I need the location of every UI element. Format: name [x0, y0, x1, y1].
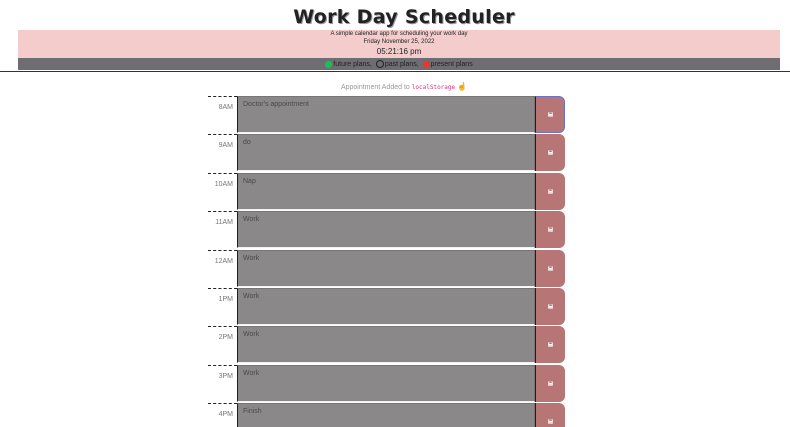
event-description-input[interactable]: Finish	[237, 403, 535, 427]
hour-label: 10AM	[208, 172, 237, 210]
event-description-input[interactable]: Work	[237, 364, 535, 402]
present-dot-icon	[422, 60, 430, 68]
hour-label: 9AM	[208, 134, 237, 171]
header-jumbotron: A simple calendar app for scheduling you…	[18, 30, 780, 58]
current-date: Friday November 25, 2022	[363, 39, 435, 45]
event-description-input[interactable]: Doctor's appointment	[237, 96, 535, 133]
past-dot-icon	[375, 60, 384, 68]
time-block-row: 10AM Nap	[208, 172, 565, 210]
event-description-input[interactable]: do	[237, 134, 535, 172]
event-description-input[interactable]: Work	[237, 288, 535, 325]
time-block-row: 1PM Work	[208, 288, 565, 325]
app-subtitle: A simple calendar app for scheduling you…	[330, 31, 468, 37]
floppy-disk-icon	[548, 150, 553, 156]
save-button[interactable]	[535, 364, 565, 402]
time-block-row: 12AM Work	[208, 249, 565, 287]
floppy-disk-icon	[548, 342, 553, 348]
hour-label: 11AM	[208, 211, 237, 248]
event-description-input[interactable]: Work	[237, 211, 535, 249]
save-notification: Appointment Added to localStorage ☝	[0, 82, 790, 91]
event-description-input[interactable]: Work	[237, 249, 535, 287]
floppy-disk-icon	[548, 265, 553, 271]
hour-label: 8AM	[208, 96, 237, 133]
header-divider	[0, 71, 790, 72]
time-block-row: 8AM Doctor's appointment	[208, 96, 565, 133]
floppy-disk-icon	[548, 227, 553, 232]
floppy-disk-icon	[547, 112, 553, 117]
pointing-up-icon: ☝	[457, 82, 468, 91]
page-title: Work Day Scheduler	[293, 6, 515, 28]
legend-present-label: present plans	[430, 60, 473, 68]
hour-label: 3PM	[208, 364, 237, 402]
floppy-disk-icon	[548, 381, 553, 386]
save-button[interactable]	[535, 249, 565, 287]
save-button[interactable]	[535, 172, 565, 210]
hour-label: 1PM	[208, 288, 237, 325]
time-block-row: 9AM do	[208, 134, 565, 172]
current-time: 05:21:16 pm	[376, 47, 422, 56]
notice-text: Appointment Added to	[340, 84, 410, 91]
save-button[interactable]	[535, 96, 565, 133]
save-button[interactable]	[535, 403, 565, 427]
time-block-row: 11AM Work	[208, 211, 565, 249]
legend-future-label: future plans,	[333, 60, 372, 68]
legend-past-label: past plans,	[384, 60, 419, 68]
color-legend: future plans, past plans, present plans	[18, 58, 780, 70]
save-button[interactable]	[535, 211, 565, 249]
time-block-row: 4PM Finish	[208, 403, 565, 427]
page: Work Day Scheduler A simple calendar app…	[0, 0, 790, 427]
hour-label: 2PM	[208, 326, 237, 363]
time-block-row: 3PM Work	[208, 364, 565, 402]
time-block-row: 2PM Work	[208, 326, 565, 364]
save-button[interactable]	[535, 288, 565, 325]
floppy-disk-icon	[548, 304, 553, 309]
hour-label: 4PM	[208, 403, 237, 427]
floppy-disk-icon	[548, 189, 553, 194]
future-dot-icon	[325, 60, 333, 68]
hour-label: 12AM	[208, 249, 237, 287]
save-button[interactable]	[535, 134, 565, 172]
event-description-input[interactable]: Nap	[237, 172, 535, 210]
save-button[interactable]	[535, 326, 565, 364]
floppy-disk-icon	[548, 419, 553, 424]
event-description-input[interactable]: Work	[237, 326, 535, 364]
notice-code: localStorage	[411, 84, 456, 91]
